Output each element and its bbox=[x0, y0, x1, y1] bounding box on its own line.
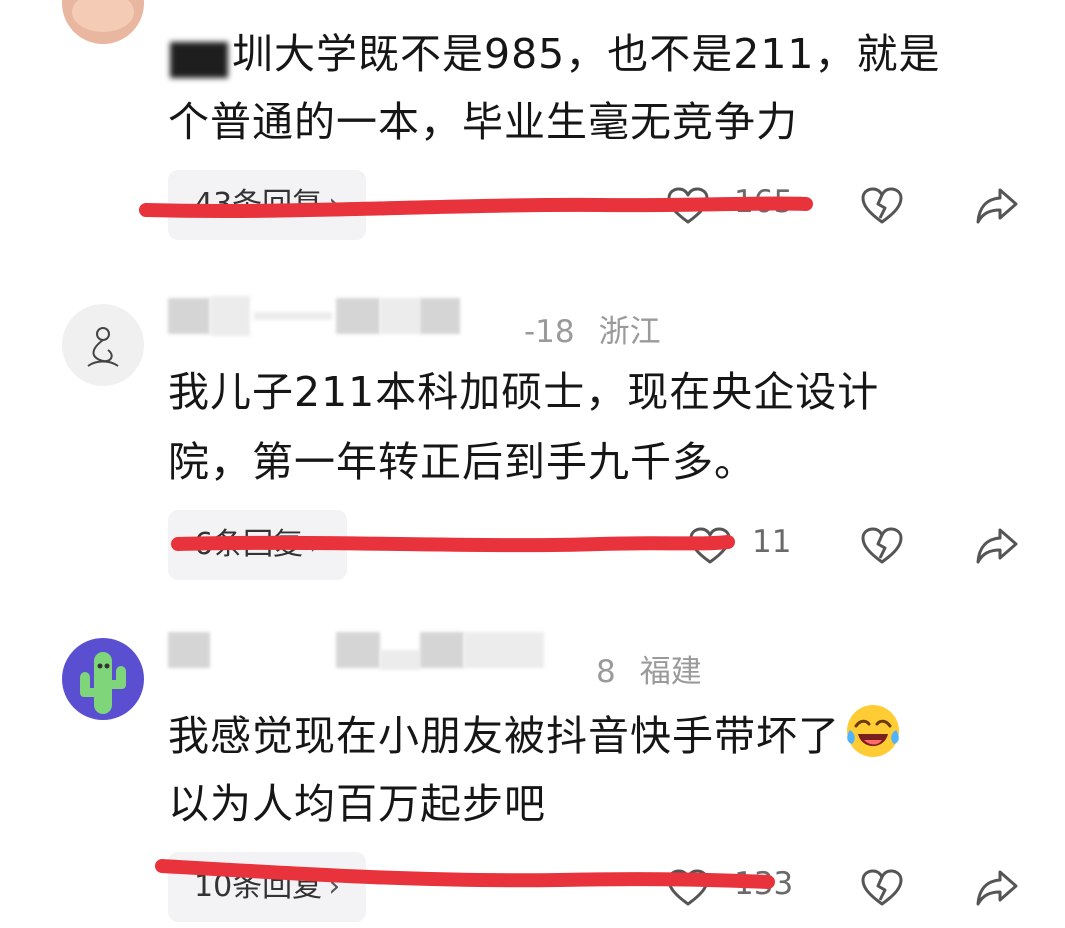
broken-heart-icon[interactable] bbox=[860, 868, 904, 908]
chevron-right-icon: › bbox=[328, 187, 341, 222]
comment-text-line: 个普通的一本，毕业生毫无竞争力 bbox=[168, 98, 798, 146]
heart-icon[interactable] bbox=[666, 868, 710, 908]
comment-meta: 8 福建 bbox=[596, 646, 702, 691]
comment-region: 福建 bbox=[639, 654, 702, 690]
like-count: 11 bbox=[752, 524, 792, 560]
broken-heart-icon[interactable] bbox=[860, 186, 904, 226]
view-replies-button[interactable]: 43条回复 › bbox=[168, 170, 367, 240]
commenter-avatar-2[interactable] bbox=[62, 304, 144, 386]
commenter-avatar-3[interactable] bbox=[62, 638, 144, 720]
like-count: 165 bbox=[734, 184, 794, 220]
chevron-right-icon: › bbox=[309, 527, 322, 562]
broken-heart-icon[interactable] bbox=[860, 526, 904, 566]
share-arrow-icon[interactable] bbox=[974, 186, 1020, 226]
share-arrow-icon[interactable] bbox=[974, 526, 1020, 566]
comment-text-line: 院，第一年转正后到手九千多。 bbox=[168, 438, 756, 486]
commenter-avatar-1[interactable] bbox=[62, 0, 144, 44]
comment-text-line: 圳大学既不是985，也不是211，就是 bbox=[232, 30, 941, 78]
heart-icon[interactable] bbox=[688, 526, 732, 566]
laughing-crying-emoji-icon bbox=[847, 705, 899, 757]
comment-text-line: 我儿子211本科加硕士，现在央企设计 bbox=[168, 368, 880, 416]
replies-label: 43条回复 bbox=[194, 187, 323, 222]
comment-time: -18 bbox=[524, 314, 575, 350]
replies-label: 6条回复 bbox=[194, 527, 304, 562]
comment-text-line: 以为人均百万起步吧 bbox=[168, 780, 546, 828]
share-arrow-icon[interactable] bbox=[974, 868, 1020, 908]
comment-region: 浙江 bbox=[598, 314, 661, 350]
comment-time: 8 bbox=[596, 654, 616, 690]
replies-label: 10条回复 bbox=[194, 869, 323, 904]
redacted-text bbox=[170, 42, 228, 78]
heart-icon[interactable] bbox=[666, 186, 710, 226]
like-count: 133 bbox=[734, 866, 794, 902]
chevron-right-icon: › bbox=[328, 869, 341, 904]
view-replies-button[interactable]: 10条回复 › bbox=[168, 852, 367, 922]
view-replies-button[interactable]: 6条回复 › bbox=[168, 510, 348, 580]
comment-text-line: 我感觉现在小朋友被抖音快手带坏了 bbox=[168, 712, 840, 760]
comment-meta: -18 浙江 bbox=[524, 306, 661, 351]
